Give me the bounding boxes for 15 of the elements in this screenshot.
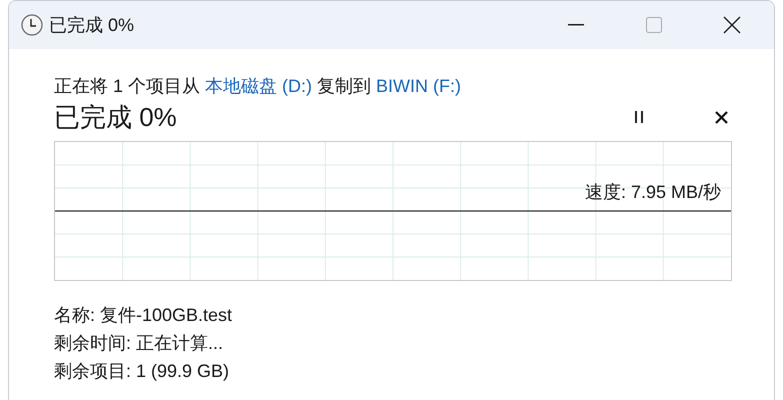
cancel-icon (714, 110, 728, 124)
close-icon (723, 16, 741, 34)
speed-label: 速度: 7.95 MB/秒 (584, 181, 721, 204)
detail-text: 剩余项目: 1 (99.9 GB) (54, 360, 230, 383)
minimize-icon (568, 24, 584, 26)
location-link[interactable]: BIWIN (F:) (376, 76, 462, 96)
maximize-icon (646, 17, 662, 33)
pause-icon (634, 111, 644, 123)
detail-text: 名称: 复件-100GB.test (54, 304, 234, 327)
clock-icon (21, 14, 43, 36)
copy-description: 正在将 1 个项目从 本地磁盘 (D:) 复制到 BIWIN (F:) (54, 75, 462, 98)
window-title: 已完成 0% (49, 14, 134, 37)
detail-text: 剩余时间: 正在计算... (54, 332, 224, 355)
location-link[interactable]: 本地磁盘 (D:) (205, 76, 312, 96)
progress-heading: 已完成 0% (54, 100, 177, 134)
